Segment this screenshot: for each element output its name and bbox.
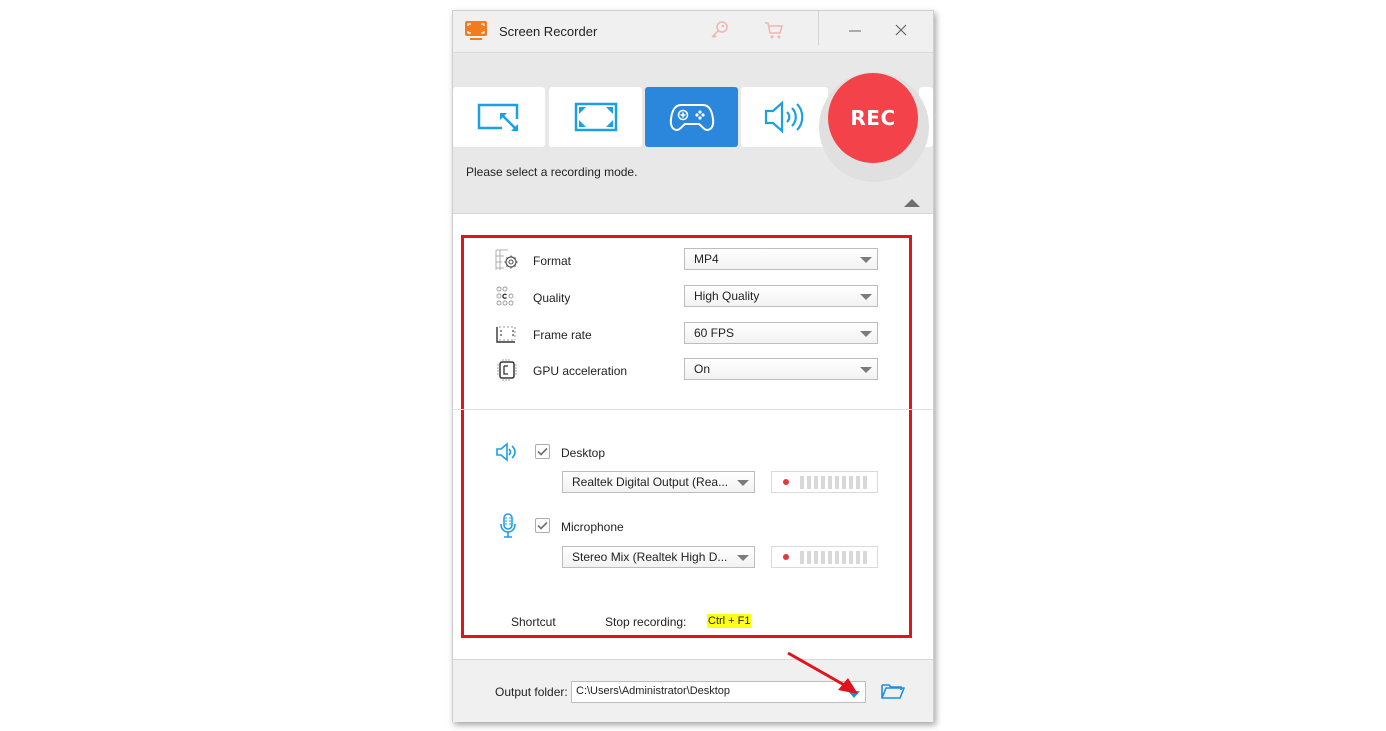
microphone-level-meter <box>771 546 878 568</box>
quality-select[interactable]: High Quality <box>684 285 878 307</box>
mode-hint-text: Please select a recording mode. <box>466 165 638 179</box>
frame-rate-label: Frame rate <box>533 328 592 342</box>
chip-icon <box>497 359 517 381</box>
checkmark-icon <box>537 447 548 456</box>
fullscreen-icon <box>574 102 617 132</box>
quality-label: Quality <box>533 291 571 305</box>
level-bar <box>835 551 839 564</box>
titlebar-separator <box>818 11 819 45</box>
desktop-label: Desktop <box>561 446 606 460</box>
desktop-checkbox[interactable] <box>535 444 550 459</box>
level-bar <box>807 551 811 564</box>
output-folder-dropdown-icon[interactable] <box>848 691 860 698</box>
format-row: Format MP4 <box>453 248 923 272</box>
level-bar <box>849 476 853 489</box>
frame-rate-row: Frame rate 60 FPS <box>453 322 923 346</box>
record-dot-icon <box>783 554 789 560</box>
frame-rate-select[interactable]: 60 FPS <box>684 322 878 344</box>
cart-icon[interactable] <box>763 19 785 41</box>
quality-dots-icon <box>496 286 514 306</box>
mode-tab-audio-only[interactable] <box>741 87 828 147</box>
app-logo-icon <box>465 21 487 40</box>
region-resize-icon <box>477 103 519 131</box>
chevron-down-icon <box>860 331 872 337</box>
window-title: Screen Recorder <box>499 24 598 39</box>
gpu-acceleration-value: On <box>694 362 711 376</box>
open-folder-icon[interactable] <box>881 681 905 701</box>
level-bar <box>842 551 846 564</box>
minimize-button[interactable] <box>840 17 870 43</box>
key-icon[interactable] <box>708 19 730 41</box>
quality-row: Quality High Quality <box>453 285 923 309</box>
microphone-device-value: Stereo Mix (Realtek High D... <box>572 550 728 564</box>
stop-recording-label: Stop recording: <box>605 615 687 629</box>
level-bars <box>800 551 867 564</box>
output-folder-path: C:\Users\Administrator\Desktop <box>576 685 731 697</box>
mode-tab-fullscreen[interactable] <box>549 87 642 147</box>
desktop-device-select[interactable]: Realtek Digital Output (Rea... <box>562 471 755 493</box>
level-bar <box>821 551 825 564</box>
desktop-speaker-icon <box>496 442 516 462</box>
recording-mode-bar: REC Please select a recording mode. <box>453 53 933 214</box>
chevron-down-icon <box>860 257 872 263</box>
level-bar <box>856 551 860 564</box>
level-bar <box>856 476 860 489</box>
format-value: MP4 <box>694 252 719 266</box>
desktop-level-meter <box>771 471 878 493</box>
level-bar <box>800 551 804 564</box>
minimize-icon <box>849 30 861 32</box>
level-bar <box>814 476 818 489</box>
level-bar <box>800 476 804 489</box>
level-bars <box>800 476 867 489</box>
microphone-checkbox[interactable] <box>535 518 550 533</box>
gamepad-icon <box>669 104 714 132</box>
level-bar <box>821 476 825 489</box>
chevron-down-icon <box>860 294 872 300</box>
chevron-down-icon <box>737 555 749 561</box>
record-dot-icon <box>783 479 789 485</box>
checkmark-icon <box>537 521 548 530</box>
stop-recording-hotkey[interactable]: Ctrl + F1 <box>707 614 752 628</box>
level-bar <box>835 476 839 489</box>
output-folder-field[interactable]: C:\Users\Administrator\Desktop <box>571 681 866 703</box>
gpu-acceleration-label: GPU acceleration <box>533 364 628 378</box>
frame-rate-icon <box>496 326 516 343</box>
level-bar <box>842 476 846 489</box>
format-select[interactable]: MP4 <box>684 248 878 270</box>
rec-button[interactable]: REC <box>828 73 918 163</box>
shortcut-label: Shortcut <box>511 615 556 629</box>
screen-recorder-window: Screen Recorder REC Please select a reco… <box>452 10 934 722</box>
mode-tab-custom-region[interactable] <box>453 87 545 147</box>
title-bar: Screen Recorder <box>453 11 933 53</box>
level-bar <box>814 551 818 564</box>
level-bar <box>849 551 853 564</box>
output-footer: Output folder: C:\Users\Administrator\De… <box>453 659 933 722</box>
speaker-icon <box>764 100 803 134</box>
gpu-acceleration-select[interactable]: On <box>684 358 878 380</box>
level-bar <box>807 476 811 489</box>
format-gear-icon <box>495 249 518 270</box>
microphone-icon <box>500 513 516 538</box>
chevron-down-icon <box>860 367 872 373</box>
collapse-arrow-icon[interactable] <box>904 198 920 208</box>
quality-value: High Quality <box>694 289 760 303</box>
level-bar <box>828 551 832 564</box>
level-bar <box>863 476 867 489</box>
frame-rate-value: 60 FPS <box>694 326 735 340</box>
chevron-down-icon <box>737 480 749 486</box>
level-bar <box>863 551 867 564</box>
level-bar <box>828 476 832 489</box>
microphone-label: Microphone <box>561 520 624 534</box>
gpu-acceleration-row: GPU acceleration On <box>453 358 923 382</box>
close-button[interactable] <box>886 17 916 43</box>
desktop-device-value: Realtek Digital Output (Rea... <box>572 475 729 489</box>
microphone-device-select[interactable]: Stereo Mix (Realtek High D... <box>562 546 755 568</box>
output-folder-label: Output folder: <box>495 685 568 699</box>
section-divider <box>453 409 933 410</box>
format-label: Format <box>533 254 572 268</box>
close-icon <box>895 24 907 36</box>
mode-tab-game[interactable] <box>645 87 738 147</box>
